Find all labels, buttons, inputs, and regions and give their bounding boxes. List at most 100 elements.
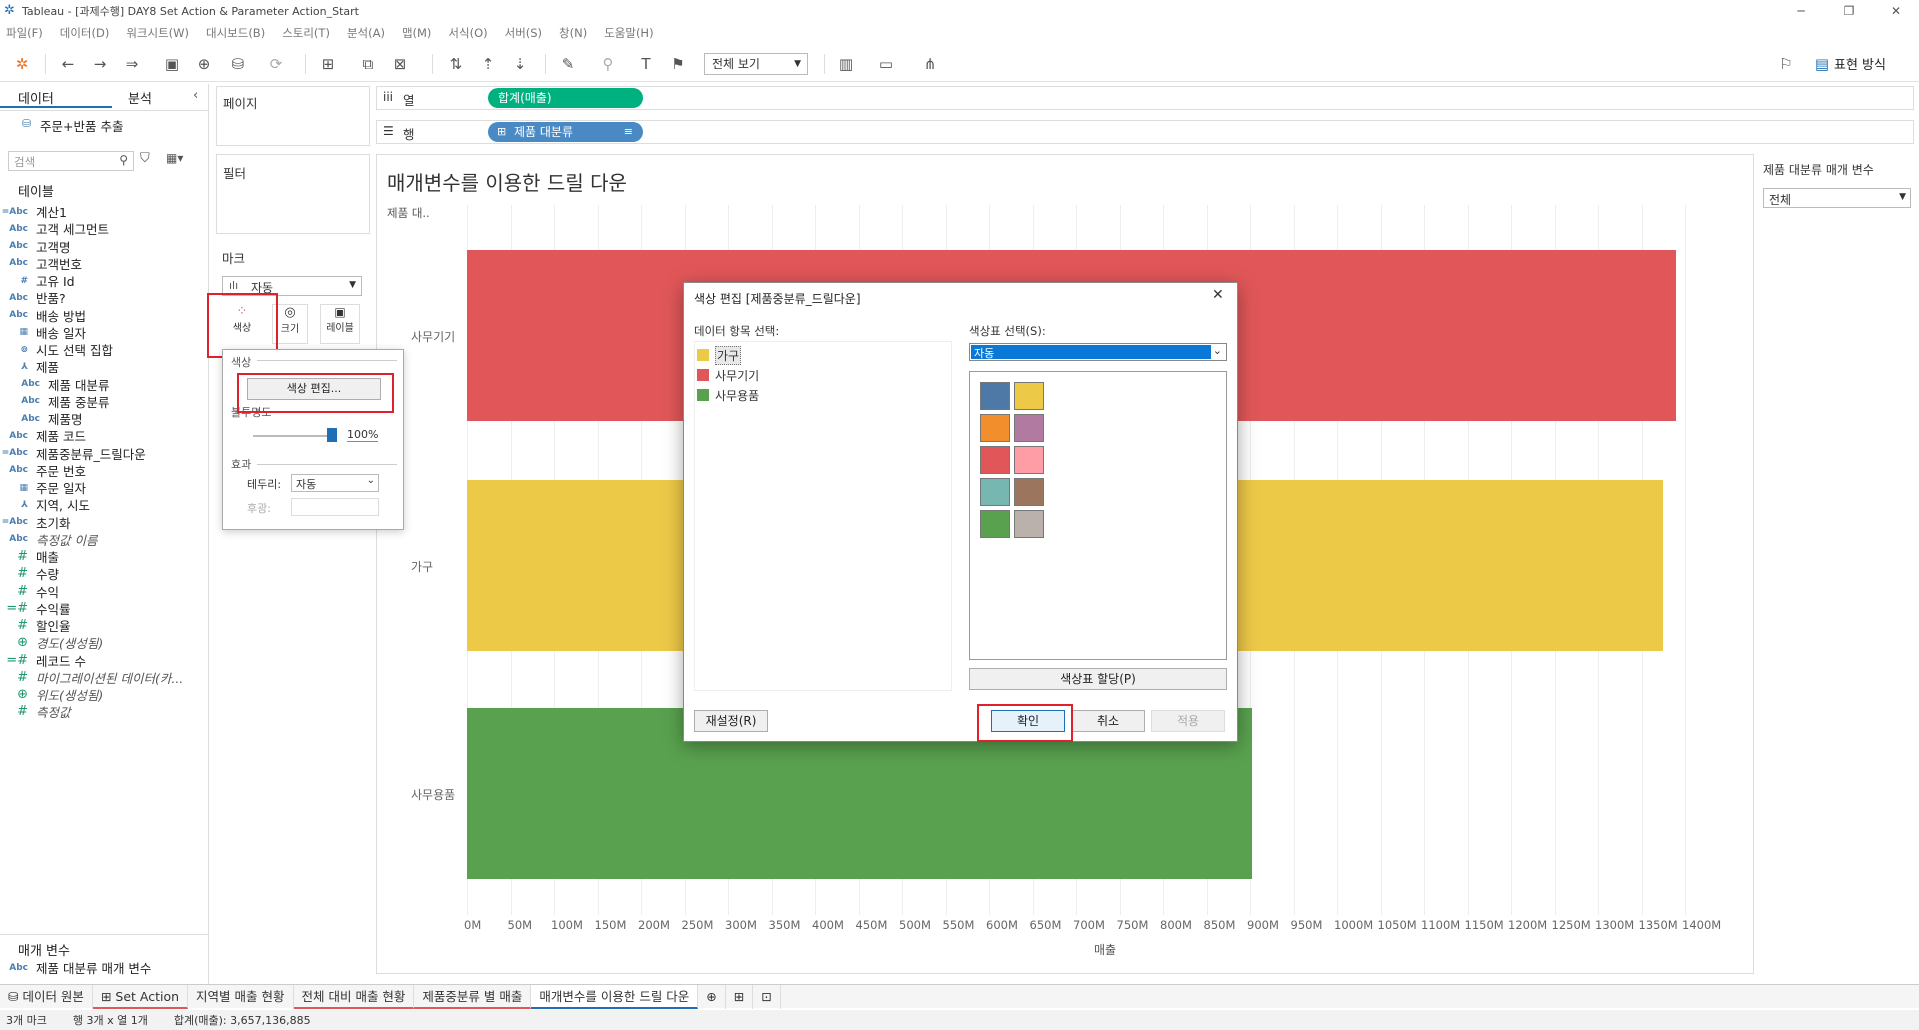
menu-item-1[interactable]: 데이터(D) (60, 25, 110, 41)
field-item[interactable]: ▦ 배송 일자 (0, 324, 86, 341)
field-item[interactable]: ⊕ 위도(생성됨) (0, 686, 103, 703)
palette-swatch[interactable] (1014, 478, 1044, 506)
menu-item-9[interactable]: 창(N) (559, 25, 587, 41)
field-item[interactable]: Abc 고객 세그먼트 (0, 220, 109, 237)
category-label[interactable]: 가구 (411, 558, 433, 575)
field-item[interactable]: Abc 제품 중분류 (0, 393, 109, 410)
tab-data[interactable]: 데이터 (18, 88, 54, 107)
show-me-icon[interactable]: ▤ (1812, 55, 1832, 73)
param-item[interactable]: Abc 제품 대분류 매개 변수 (0, 957, 151, 978)
field-item[interactable]: Abc 제품 대분류 (0, 376, 109, 393)
fit-dropdown[interactable]: 전체 보기 ▼ (704, 53, 808, 75)
field-item[interactable]: =Abc 제품중분류_드릴다운 (0, 445, 146, 462)
close-icon[interactable]: ✕ (1212, 287, 1224, 303)
tab-drilldown[interactable]: 매개변수를 이용한 드릴 다운 (531, 984, 699, 1009)
apply-button[interactable]: 적용 (1151, 710, 1225, 732)
palette-swatch[interactable] (1014, 446, 1044, 474)
label-button[interactable]: ▣ 레이블 (320, 304, 360, 344)
reset-button[interactable]: 재설정(R) (694, 710, 768, 732)
presentation-icon[interactable]: ▭ (876, 55, 896, 73)
field-item[interactable]: # 마이그레이션된 데이터(카... (0, 669, 183, 686)
highlight-icon[interactable]: ✎ (558, 55, 578, 73)
field-item[interactable]: Abc 제품 코드 (0, 427, 86, 444)
field-item[interactable]: ⊚ 시도 선택 집합 (0, 341, 113, 358)
palette-swatch[interactable] (1014, 510, 1044, 538)
save-icon[interactable]: ▣ (162, 55, 182, 73)
menu-item-3[interactable]: 대시보드(B) (206, 25, 265, 41)
show-me-button[interactable]: 표현 방식 (1834, 54, 1886, 73)
palette-swatch[interactable] (980, 510, 1010, 538)
field-item[interactable]: # 매출 (0, 548, 59, 565)
palette-swatch[interactable] (980, 414, 1010, 442)
tableau-home-icon[interactable]: ✲ (12, 55, 32, 73)
field-item[interactable]: ⅄ 지역, 시도 (0, 496, 90, 513)
field-item[interactable]: Abc 배송 방법 (0, 307, 86, 324)
opacity-slider[interactable] (253, 435, 337, 437)
replay-icon[interactable]: ⇒ (122, 55, 142, 73)
clear-sheet-icon[interactable]: ⊠ (390, 55, 410, 73)
field-item[interactable]: Abc 주문 번호 (0, 462, 86, 479)
field-item[interactable]: =Abc 계산1 (0, 203, 67, 220)
filters-card[interactable]: 필터 (216, 154, 370, 234)
field-item[interactable]: Abc 제품명 (0, 410, 82, 427)
new-sheet-icon[interactable]: ⊞ (318, 55, 338, 73)
refresh-icon[interactable]: ⟳ (266, 55, 286, 73)
pages-card[interactable]: 페이지 (216, 86, 370, 146)
sort-desc-icon[interactable]: ⇣ (510, 55, 530, 73)
sort-asc-icon[interactable]: ⇡ (478, 55, 498, 73)
opacity-value[interactable]: 100% (347, 428, 379, 442)
swap-icon[interactable]: ⇅ (446, 55, 466, 73)
group-icon[interactable]: ⚲ (598, 55, 618, 73)
new-story-icon[interactable]: ⊡ (753, 984, 781, 1009)
assign-palette-button[interactable]: 색상표 할당(P) (969, 668, 1227, 690)
field-item[interactable]: Abc 고객명 (0, 238, 70, 255)
menu-item-10[interactable]: 도움말(H) (604, 25, 653, 41)
field-item[interactable]: ⊕ 경도(생성됨) (0, 634, 103, 651)
columns-shelf[interactable]: iii 열 합계(매출) (376, 86, 1914, 110)
tab-analysis[interactable]: 분석 (128, 88, 152, 107)
tab-datasource[interactable]: ⛁ 데이터 원본 (0, 984, 93, 1009)
columns-pill[interactable]: 합계(매출) (488, 88, 643, 108)
field-item[interactable]: Abc 고객번호 (0, 255, 82, 272)
collapse-icon[interactable]: ‹ (193, 88, 198, 103)
new-worksheet-icon[interactable]: ⊕ (698, 984, 726, 1009)
duplicate-sheet-icon[interactable]: ⧉ (358, 55, 378, 73)
datasource-name[interactable]: 주문+반품 추출 (40, 116, 123, 135)
field-item[interactable]: Abc 측정값 이름 (0, 531, 97, 548)
view-options-icon[interactable]: ▦▾ (166, 151, 183, 165)
undo-icon[interactable]: ← (58, 55, 78, 73)
show-cards-icon[interactable]: ▥ (836, 55, 856, 73)
menu-item-4[interactable]: 스토리(T) (282, 25, 330, 41)
minimize-icon[interactable]: ─ (1781, 0, 1821, 22)
palette-swatch[interactable] (1014, 382, 1044, 410)
field-item[interactable]: =# 레코드 수 (0, 652, 86, 669)
category-label[interactable]: 사무기기 (411, 328, 455, 345)
pin-workbook-icon[interactable]: ⚐ (1776, 55, 1796, 73)
filter-icon[interactable]: ⛉ (140, 151, 150, 166)
field-item[interactable]: # 수익 (0, 583, 59, 600)
tab-region-sales[interactable]: 지역별 매출 현황 (188, 984, 294, 1009)
share-icon[interactable]: ⋔ (920, 55, 940, 73)
pause-updates-icon[interactable]: ⛁ (228, 55, 248, 73)
field-item[interactable]: # 수량 (0, 565, 59, 582)
palette-swatch[interactable] (980, 382, 1010, 410)
labels-icon[interactable]: T (636, 55, 656, 73)
tab-set-action[interactable]: ⊞ Set Action (92, 984, 189, 1009)
palette-swatch[interactable] (1014, 414, 1044, 442)
field-item[interactable]: # 고유 Id (0, 272, 74, 289)
menu-item-5[interactable]: 분석(A) (347, 25, 385, 41)
palette-swatch[interactable] (980, 478, 1010, 506)
param-dropdown[interactable]: 전체 ▼ (1763, 188, 1911, 208)
palette-swatch[interactable] (980, 446, 1010, 474)
border-dropdown[interactable]: 자동 ⌄ (291, 474, 379, 492)
field-item[interactable]: ▦ 주문 일자 (0, 479, 86, 496)
x-axis-title[interactable]: 매출 (1094, 941, 1116, 958)
data-item[interactable]: 가구 (697, 345, 742, 365)
cancel-button[interactable]: 취소 (1071, 710, 1145, 732)
palette-dropdown[interactable]: 자동 ⌄ (969, 343, 1227, 361)
menu-item-6[interactable]: 맵(M) (402, 25, 431, 41)
maximize-icon[interactable]: ❐ (1829, 0, 1869, 22)
field-item[interactable]: # 할인율 (0, 617, 70, 634)
menu-item-8[interactable]: 서버(S) (505, 25, 542, 41)
field-item[interactable]: =Abc 초기화 (0, 514, 71, 531)
